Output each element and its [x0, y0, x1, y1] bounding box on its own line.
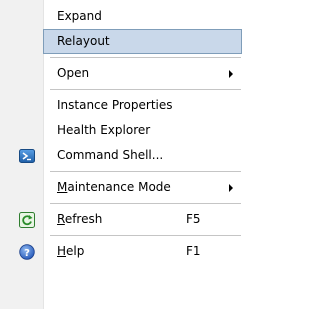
menu-item-instance-properties[interactable]: Instance Properties	[0, 93, 245, 118]
menu-item-label: Command Shell...	[57, 148, 164, 162]
shortcut-text: F1	[186, 244, 201, 258]
mnemonic: H	[57, 244, 67, 258]
menu-item-label: Help	[57, 239, 84, 264]
menu-item-label: Refresh	[57, 207, 102, 232]
menu-item-label: Instance Properties	[57, 98, 173, 112]
separator	[0, 232, 245, 239]
submenu-arrow-icon	[229, 70, 233, 78]
separator	[0, 168, 245, 175]
menu-item-label: Open	[57, 66, 90, 80]
label-rest: aintenance Mode	[67, 180, 171, 194]
label-rest: efresh	[64, 212, 103, 226]
submenu-arrow-icon	[229, 184, 233, 192]
label-rest: elp	[66, 244, 85, 258]
menu-item-health-explorer[interactable]: Health Explorer	[0, 118, 245, 143]
menu-item-label: Expand	[57, 9, 102, 23]
menu-item-help[interactable]: ? Help F1	[0, 239, 245, 264]
menu-item-maintenance-mode[interactable]: Maintenance Mode	[0, 175, 245, 200]
menu-item-label: Relayout	[57, 34, 110, 48]
context-menu: Expand Relayout Open Instance Properties…	[0, 0, 245, 309]
svg-text:?: ?	[24, 248, 30, 259]
help-icon: ?	[19, 244, 35, 260]
separator	[0, 200, 245, 207]
menu-item-expand[interactable]: Expand	[0, 4, 245, 29]
menu-item-label: Health Explorer	[57, 123, 151, 137]
powershell-icon	[19, 149, 35, 163]
separator	[0, 54, 245, 61]
mnemonic: R	[57, 212, 65, 226]
menu-item-refresh[interactable]: Refresh F5	[0, 207, 245, 232]
separator	[0, 86, 245, 93]
menu-items: Expand Relayout Open Instance Properties…	[0, 4, 245, 264]
menu-item-relayout[interactable]: Relayout	[0, 29, 245, 54]
menu-item-label: Maintenance Mode	[57, 175, 171, 200]
mnemonic: M	[57, 180, 68, 194]
menu-item-open[interactable]: Open	[0, 61, 245, 86]
menu-item-command-shell[interactable]: Command Shell...	[0, 143, 245, 168]
refresh-icon	[19, 212, 35, 228]
shortcut-text: F5	[186, 212, 201, 226]
